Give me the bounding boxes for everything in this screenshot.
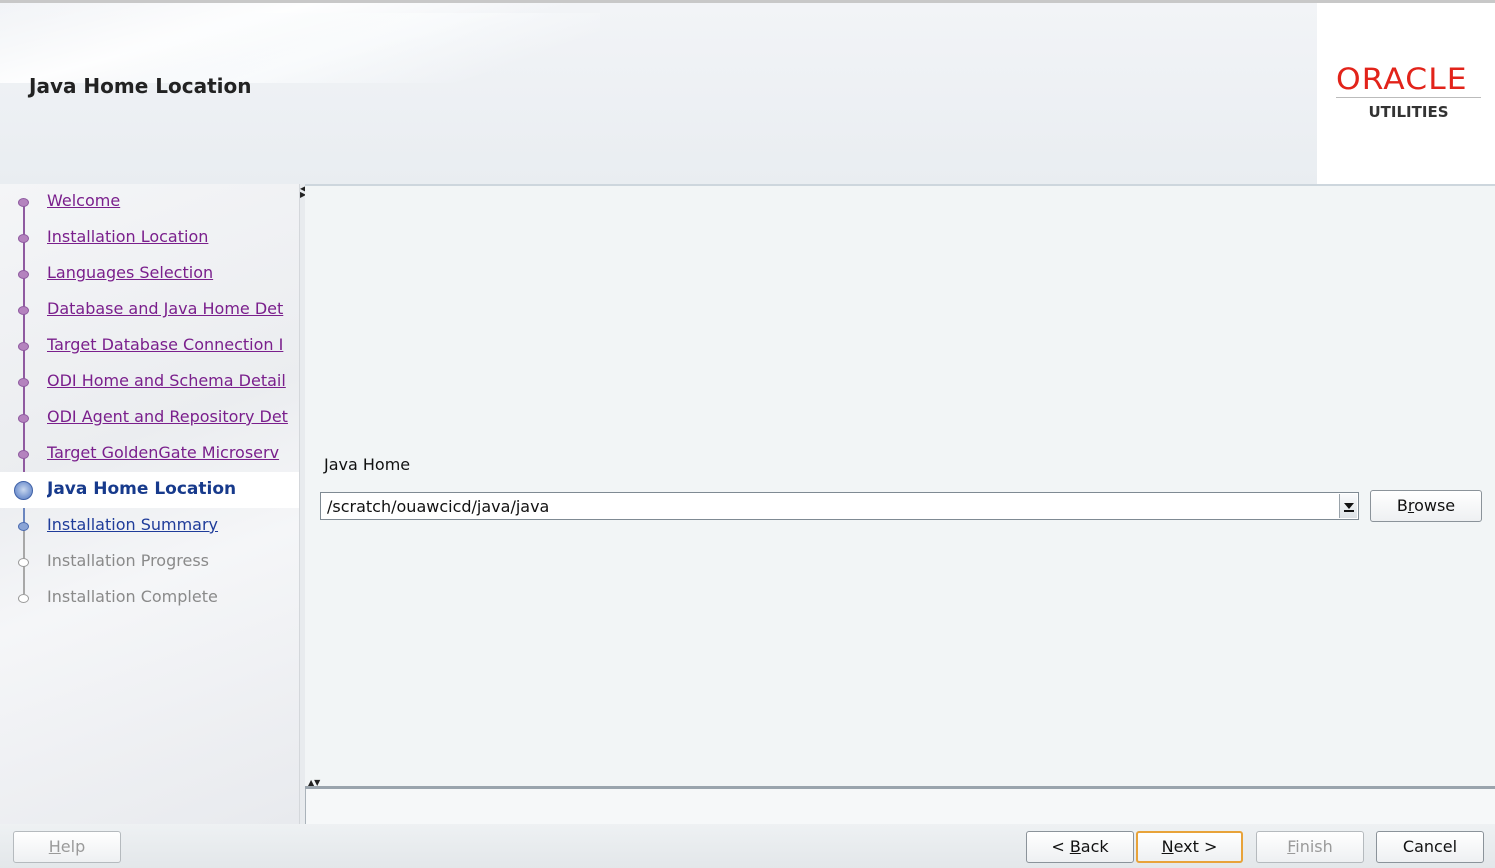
java-home-combobox[interactable]: /scratch/ouawcicd/java/java — [320, 492, 1359, 520]
sidebar-item-odi-agent-repository[interactable]: ODI Agent and Repository Det — [0, 400, 302, 436]
sidebar-item-label: Java Home Location — [47, 479, 237, 499]
sidebar-item-java-home-location[interactable]: Java Home Location — [0, 472, 302, 508]
step-current-icon — [14, 481, 33, 500]
step-pending-icon — [18, 594, 29, 603]
step-visited-icon — [18, 270, 29, 279]
help-mnemonic: H — [48, 837, 61, 856]
next-mnemonic: N — [1161, 837, 1174, 856]
sidebar-item-label[interactable]: Target GoldenGate Microserv — [47, 443, 299, 462]
finish-button[interactable]: Finish — [1256, 831, 1364, 863]
page-title: Java Home Location — [29, 74, 252, 98]
sidebar-item-installation-complete: Installation Complete — [0, 580, 302, 616]
sidebar-item-label[interactable]: Installation Location — [47, 227, 299, 246]
sidebar-item-label[interactable]: Installation Summary — [47, 515, 299, 534]
next-button[interactable]: Next > — [1136, 831, 1243, 863]
dropdown-arrow-icon[interactable] — [1339, 494, 1357, 518]
oracle-logo-text: ORACLE — [1336, 62, 1468, 96]
java-home-label: Java Home — [324, 455, 411, 474]
sidebar-item-installation-summary[interactable]: Installation Summary — [0, 508, 302, 544]
sidebar-item-label: Installation Progress — [47, 551, 209, 570]
sidebar-item-languages-selection[interactable]: Languages Selection — [0, 256, 302, 292]
sidebar-item-installation-location[interactable]: Installation Location — [0, 220, 302, 256]
browse-label-post: owse — [1414, 496, 1456, 515]
help-label: elp — [60, 837, 86, 856]
sidebar-item-target-goldengate[interactable]: Target GoldenGate Microserv — [0, 436, 302, 472]
logo-divider — [1336, 97, 1481, 98]
header-decoration-2 — [120, 13, 600, 83]
browse-label-pre: B — [1396, 496, 1408, 515]
back-prefix: < — [1051, 837, 1070, 856]
sidebar-item-label[interactable]: Welcome — [47, 191, 299, 210]
back-mnemonic: B — [1069, 837, 1081, 856]
step-visited-icon — [18, 378, 29, 387]
sidebar-item-odi-home-schema[interactable]: ODI Home and Schema Detail — [0, 364, 302, 400]
step-pending-icon — [18, 558, 29, 567]
help-button[interactable]: Help — [13, 831, 121, 863]
sidebar-item-welcome[interactable]: Welcome — [0, 184, 302, 220]
cancel-button[interactable]: Cancel — [1376, 831, 1484, 863]
next-label: ext > — [1173, 837, 1218, 856]
step-visited-icon — [18, 414, 29, 423]
browse-button[interactable]: Browse — [1370, 490, 1482, 522]
sidebar-item-label[interactable]: ODI Home and Schema Detail — [47, 371, 299, 390]
steps-sidebar: Welcome Installation Location Languages … — [0, 184, 302, 824]
main-content-panel — [305, 184, 1495, 788]
sidebar-item-label[interactable]: Database and Java Home Det — [47, 299, 299, 318]
sidebar-item-label: Installation Complete — [47, 587, 218, 606]
step-visited-icon — [18, 234, 29, 243]
step-next-icon — [18, 522, 29, 531]
installer-window: Java Home Location ORACLE UTILITIES Welc… — [0, 0, 1495, 868]
logo-subtitle: UTILITIES — [1368, 103, 1449, 121]
step-visited-icon — [18, 342, 29, 351]
step-visited-icon — [18, 450, 29, 459]
back-button[interactable]: < Back — [1026, 831, 1134, 863]
sidebar-item-label[interactable]: Target Database Connection I — [47, 335, 299, 354]
java-home-input[interactable]: /scratch/ouawcicd/java/java — [327, 497, 549, 516]
back-label: ack — [1080, 837, 1109, 856]
finish-label: inish — [1295, 837, 1333, 856]
step-visited-icon — [18, 198, 29, 207]
sidebar-item-database-java-home[interactable]: Database and Java Home Det — [0, 292, 302, 328]
sidebar-item-target-database-connection[interactable]: Target Database Connection I — [0, 328, 302, 364]
sidebar-item-label[interactable]: ODI Agent and Repository Det — [47, 407, 299, 426]
message-pane — [305, 789, 1495, 825]
sidebar-item-label[interactable]: Languages Selection — [47, 263, 299, 282]
sidebar-item-installation-progress: Installation Progress — [0, 544, 302, 580]
step-visited-icon — [18, 306, 29, 315]
